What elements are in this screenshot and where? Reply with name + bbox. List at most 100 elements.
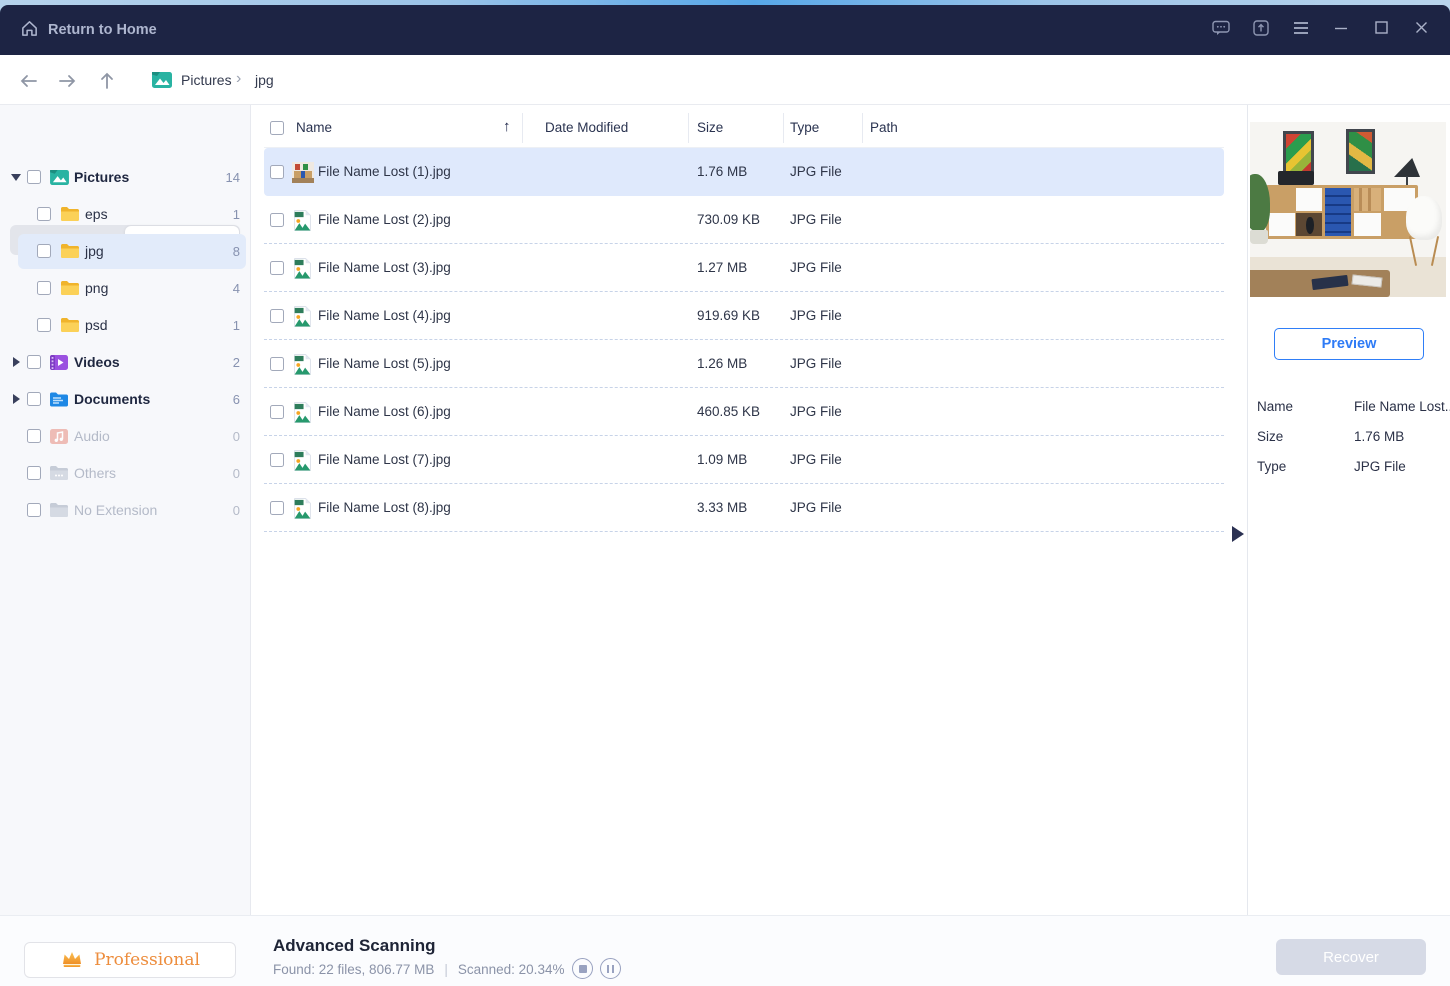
sidebar-item-label: Documents xyxy=(74,391,151,407)
field-label: Name xyxy=(1257,399,1294,414)
stop-scan-button[interactable] xyxy=(572,958,593,979)
sidebar-item-label: eps xyxy=(85,206,108,222)
pictures-icon xyxy=(49,169,70,191)
checkbox[interactable] xyxy=(27,355,41,369)
upgrade-icon xyxy=(1252,19,1270,42)
row-checkbox[interactable] xyxy=(270,309,284,323)
return-home-button[interactable]: Return to Home xyxy=(20,18,157,42)
professional-button[interactable]: Professional xyxy=(24,942,236,978)
row-checkbox[interactable] xyxy=(270,405,284,419)
scan-found-text: Found: 22 files, 806.77 MB xyxy=(273,962,435,977)
sidebar-item-jpg[interactable]: jpg 8 xyxy=(0,233,250,270)
close-icon xyxy=(1414,20,1429,40)
checkbox[interactable] xyxy=(27,170,41,184)
sidebar-item-documents[interactable]: Documents 6 xyxy=(0,381,250,418)
forward-button[interactable] xyxy=(54,68,80,94)
sidebar-item-pictures[interactable]: Pictures 14 xyxy=(0,159,250,196)
jpg-file-icon xyxy=(292,498,314,519)
breadcrumb-root[interactable]: Pictures xyxy=(181,72,232,88)
file-row[interactable]: File Name Lost (4).jpg 919.69 KB JPG Fil… xyxy=(264,292,1224,340)
sidebar-item-others[interactable]: Others 0 xyxy=(0,455,250,492)
file-row[interactable]: File Name Lost (7).jpg 1.09 MB JPG File xyxy=(264,436,1224,484)
file-name: File Name Lost (3).jpg xyxy=(318,260,451,275)
status-divider: | xyxy=(444,962,448,977)
column-header-name[interactable]: Name xyxy=(296,120,332,135)
breadcrumb-chevron-icon: › xyxy=(236,70,242,87)
checkbox[interactable] xyxy=(27,503,41,517)
sort-ascending-icon[interactable]: ↑ xyxy=(503,118,511,135)
sidebar: Path Type Pictures 14 eps 1 xyxy=(0,105,250,915)
sidebar-item-label: psd xyxy=(85,317,108,333)
file-row[interactable]: File Name Lost (8).jpg 3.33 MB JPG File xyxy=(264,484,1224,532)
stop-icon xyxy=(578,964,587,973)
file-type: JPG File xyxy=(790,452,842,467)
sidebar-item-eps[interactable]: eps 1 xyxy=(0,196,250,233)
sidebar-item-count: 1 xyxy=(232,207,240,222)
sidebar-item-no-extension[interactable]: No Extension 0 xyxy=(0,492,250,529)
checkbox[interactable] xyxy=(27,429,41,443)
file-row[interactable]: File Name Lost (5).jpg 1.26 MB JPG File xyxy=(264,340,1224,388)
pause-scan-button[interactable] xyxy=(600,958,621,979)
file-row[interactable]: File Name Lost (3).jpg 1.27 MB JPG File xyxy=(264,244,1224,292)
preview-field-type: Type JPG File xyxy=(1248,459,1450,475)
checkbox[interactable] xyxy=(37,244,51,258)
row-checkbox[interactable] xyxy=(270,213,284,227)
column-header-size[interactable]: Size xyxy=(697,120,723,135)
field-label: Type xyxy=(1257,459,1287,474)
file-row[interactable]: File Name Lost (6).jpg 460.85 KB JPG Fil… xyxy=(264,388,1224,436)
expand-arrow-icon[interactable] xyxy=(13,394,20,404)
close-button[interactable] xyxy=(1409,19,1433,41)
sidebar-item-psd[interactable]: psd 1 xyxy=(0,307,250,344)
file-type: JPG File xyxy=(790,500,842,515)
file-type: JPG File xyxy=(790,260,842,275)
collapse-preview-panel-handle[interactable] xyxy=(1232,526,1244,542)
row-checkbox[interactable] xyxy=(270,453,284,467)
preview-panel: Preview Name File Name Lost.. Size 1.76 … xyxy=(1247,105,1450,915)
sidebar-item-count: 14 xyxy=(225,170,240,185)
expand-arrow-icon[interactable] xyxy=(13,357,20,367)
column-header-path[interactable]: Path xyxy=(870,120,898,135)
column-header-date-modified[interactable]: Date Modified xyxy=(545,120,628,135)
back-button[interactable] xyxy=(16,68,42,94)
feedback-button[interactable] xyxy=(1209,19,1233,41)
file-name: File Name Lost (4).jpg xyxy=(318,308,451,323)
checkbox[interactable] xyxy=(37,318,51,332)
crown-icon xyxy=(60,948,84,973)
file-row[interactable]: File Name Lost (1).jpg 1.76 MB JPG File xyxy=(264,148,1224,196)
sidebar-item-videos[interactable]: Videos 2 xyxy=(0,344,250,381)
preview-button[interactable]: Preview xyxy=(1274,328,1424,360)
collapse-arrow-icon[interactable] xyxy=(11,174,21,181)
file-name: File Name Lost (1).jpg xyxy=(318,164,451,179)
checkbox[interactable] xyxy=(27,466,41,480)
upgrade-button[interactable] xyxy=(1249,19,1273,41)
sidebar-item-label: png xyxy=(85,280,109,296)
sidebar-item-audio[interactable]: Audio 0 xyxy=(0,418,250,455)
sidebar-item-count: 0 xyxy=(232,466,240,481)
column-header-type[interactable]: Type xyxy=(790,120,819,135)
file-row[interactable]: File Name Lost (2).jpg 730.09 KB JPG Fil… xyxy=(264,196,1224,244)
menu-button[interactable] xyxy=(1289,19,1313,41)
recover-button[interactable]: Recover xyxy=(1276,939,1426,975)
title-bar: Return to Home xyxy=(0,5,1450,55)
row-checkbox[interactable] xyxy=(270,165,284,179)
file-name: File Name Lost (7).jpg xyxy=(318,452,451,467)
file-size: 1.26 MB xyxy=(697,356,748,371)
up-button[interactable] xyxy=(94,68,120,94)
column-divider xyxy=(783,113,784,143)
checkbox[interactable] xyxy=(37,281,51,295)
checkbox[interactable] xyxy=(27,392,41,406)
audio-icon xyxy=(49,428,69,450)
maximize-button[interactable] xyxy=(1369,19,1393,41)
select-all-checkbox[interactable] xyxy=(270,121,284,135)
row-checkbox[interactable] xyxy=(270,501,284,515)
preview-field-name: Name File Name Lost.. xyxy=(1248,399,1450,415)
file-type: JPG File xyxy=(790,164,842,179)
row-checkbox[interactable] xyxy=(270,261,284,275)
professional-label: Professional xyxy=(94,950,200,970)
sidebar-item-png[interactable]: png 4 xyxy=(0,270,250,307)
sidebar-item-label: Pictures xyxy=(74,169,130,185)
folder-icon xyxy=(60,206,80,227)
checkbox[interactable] xyxy=(37,207,51,221)
row-checkbox[interactable] xyxy=(270,357,284,371)
minimize-button[interactable] xyxy=(1329,19,1353,41)
